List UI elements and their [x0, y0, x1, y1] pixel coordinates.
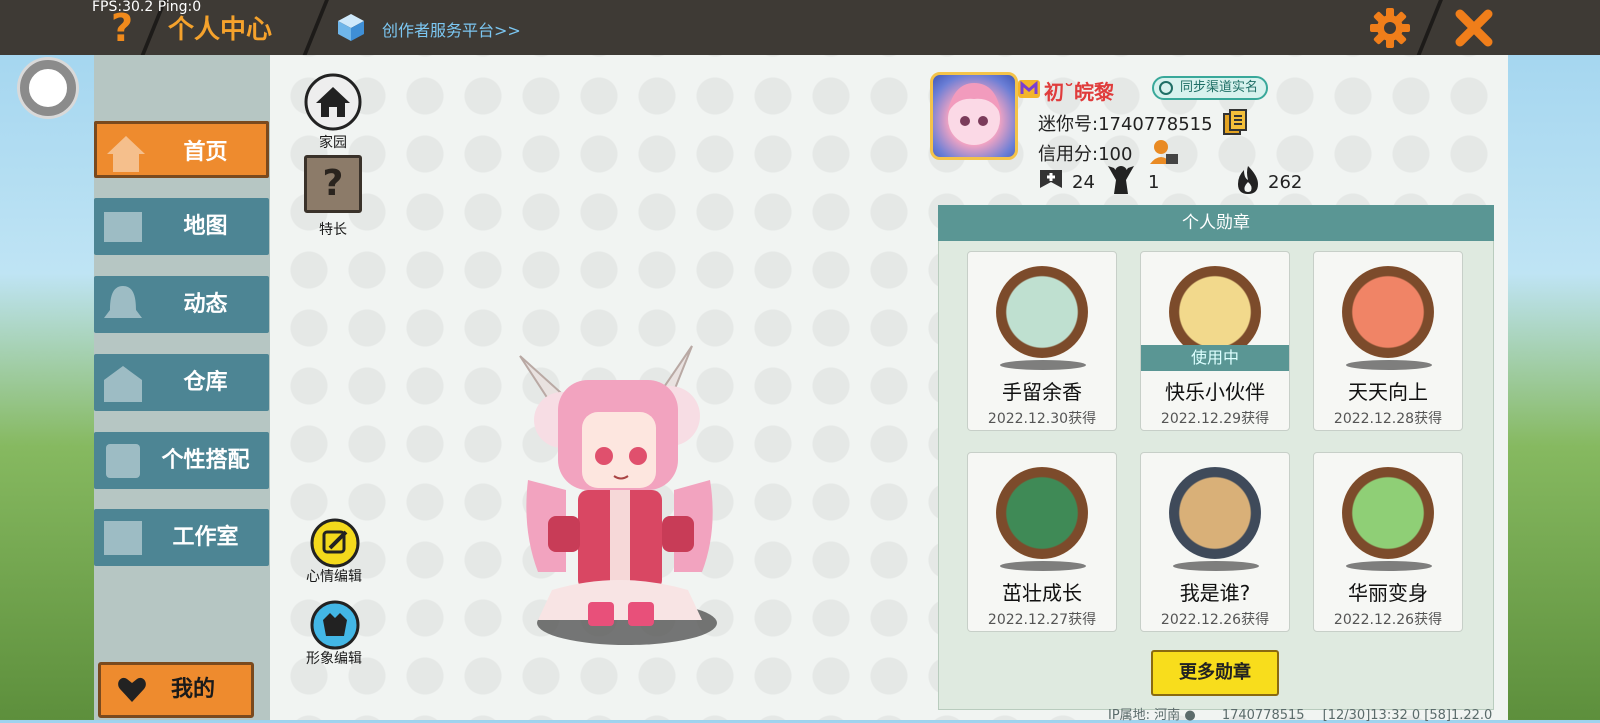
outfit-icon [106, 444, 140, 478]
avatar-character[interactable] [492, 340, 742, 650]
sidebar-item-feed[interactable]: 动态 [94, 276, 269, 333]
sidebar-item-label: 工作室 [172, 525, 239, 550]
user-credit-icon[interactable] [1150, 138, 1178, 166]
look-edit-label: 形象编辑 [306, 651, 362, 667]
credit-score: 信用分:100 [1038, 144, 1133, 165]
homeland-label: 家园 [319, 135, 347, 151]
specialty-label: 特长 [319, 222, 347, 238]
badge-card[interactable]: 我是谁? 2022.12.26获得 [1140, 452, 1290, 632]
badge-date: 2022.12.28获得 [1333, 411, 1443, 427]
mini-id: 迷你号:1740778515 [1038, 114, 1213, 135]
badge-date: 2022.12.27获得 [987, 612, 1097, 628]
sidebar-item-label: 个性搭配 [161, 448, 250, 473]
medal-icon [1342, 266, 1434, 358]
sync-icon [1159, 81, 1173, 95]
mood-edit-label: 心情编辑 [306, 569, 362, 585]
sidebar-item-label: 地图 [183, 214, 228, 239]
badge-card[interactable]: 使用中 快乐小伙伴 2022.12.29获得 [1140, 251, 1290, 431]
mine-button[interactable]: 我的 [98, 662, 254, 718]
sidebar-item-studio[interactable]: 工作室 [94, 509, 269, 566]
badge-name: 茁壮成长 [1002, 581, 1082, 605]
badge-name: 天天向上 [1348, 380, 1428, 404]
help-icon[interactable]: ? [104, 6, 140, 50]
avatar-portrait [947, 83, 1001, 145]
edit-mood-icon[interactable] [310, 518, 360, 568]
add-friend-icon[interactable] [1038, 168, 1064, 194]
player-name: 初˘皖黎 [1044, 80, 1114, 104]
sidebar-item-warehouse[interactable]: 仓库 [94, 354, 269, 411]
settings-icon[interactable] [1368, 6, 1412, 50]
medal-shadow [1000, 561, 1086, 571]
badge-date: 2022.12.30获得 [987, 411, 1097, 427]
badge-name: 我是谁? [1179, 581, 1251, 605]
specialty-icon[interactable]: ? [304, 155, 362, 213]
badge-date: 2022.12.26获得 [1333, 612, 1443, 628]
page-title: 个人中心 [168, 15, 273, 45]
close-icon[interactable] [1452, 6, 1496, 50]
ip-location: IP属地: 河南 [1108, 708, 1181, 723]
vip-badge-icon [1018, 80, 1040, 98]
bell-icon [104, 286, 142, 318]
copy-icon[interactable] [1222, 108, 1248, 136]
heart-icon [118, 677, 146, 702]
avatar[interactable] [930, 72, 1018, 160]
badge-card[interactable]: 华丽变身 2022.12.26获得 [1313, 452, 1463, 632]
studio-icon [104, 521, 142, 555]
badge-card[interactable]: 天天向上 2022.12.28获得 [1313, 251, 1463, 431]
warehouse-icon [104, 366, 142, 402]
sync-realname-button[interactable]: 同步渠道实名 [1152, 76, 1269, 100]
medal-icon [1169, 467, 1261, 559]
badge-date: 2022.12.29获得 [1160, 411, 1270, 427]
heat-count: 262 [1268, 172, 1303, 193]
sidebar-item-outfit[interactable]: 个性搭配 [94, 432, 269, 489]
medal-shadow [1346, 360, 1432, 370]
sidebar-item-home[interactable]: 首页 [94, 121, 269, 178]
sidebar-item-label: 动态 [183, 292, 228, 317]
footer-uid: 1740778515 [1221, 708, 1305, 723]
more-badges-button[interactable]: 更多勋章 [1151, 650, 1279, 696]
sidebar-item-label: 首页 [183, 140, 228, 165]
medal-shadow [1346, 561, 1432, 571]
fans-icon[interactable] [1104, 164, 1138, 196]
footer-version: [58]1.22.0 [1424, 708, 1493, 723]
map-icon [104, 212, 142, 242]
fans-count: 1 [1148, 172, 1160, 193]
sync-realname-label: 同步渠道实名 [1180, 80, 1259, 95]
creator-platform-link[interactable]: 创作者服务平台>> [382, 17, 521, 41]
fire-icon [1238, 166, 1258, 194]
footer-time: [12/30]13:32 0 [1322, 708, 1421, 723]
medal-icon [996, 266, 1088, 358]
homeland-icon[interactable] [304, 73, 362, 131]
badge-card[interactable]: 手留余香 2022.12.30获得 [967, 251, 1117, 431]
badge-name: 手留余香 [1002, 380, 1082, 404]
info-icon: ● [1184, 708, 1196, 723]
badge-card[interactable]: 茁壮成长 2022.12.27获得 [967, 452, 1117, 632]
badge-date: 2022.12.26获得 [1160, 612, 1270, 628]
edit-look-icon[interactable] [310, 600, 360, 650]
medal-shadow [1000, 360, 1086, 370]
in-use-badge: 使用中 [1141, 345, 1289, 371]
medal-icon [1342, 467, 1434, 559]
cube-icon[interactable] [336, 12, 366, 42]
added-count: 24 [1072, 172, 1095, 193]
sidebar-item-map[interactable]: 地图 [94, 198, 269, 255]
footer-info: IP属地: 河南 ● 1740778515 [12/30]13:32 0 [58… [1108, 704, 1492, 723]
badge-panel-header: 个人勋章 [938, 205, 1494, 241]
mine-label: 我的 [171, 677, 216, 702]
sidebar-item-label: 仓库 [183, 370, 228, 395]
home-icon [107, 136, 145, 172]
medal-icon [996, 467, 1088, 559]
badge-name: 快乐小伙伴 [1165, 380, 1265, 404]
badge-name: 华丽变身 [1348, 581, 1428, 605]
medal-shadow [1173, 561, 1259, 571]
floating-menu-button[interactable] [20, 60, 76, 116]
